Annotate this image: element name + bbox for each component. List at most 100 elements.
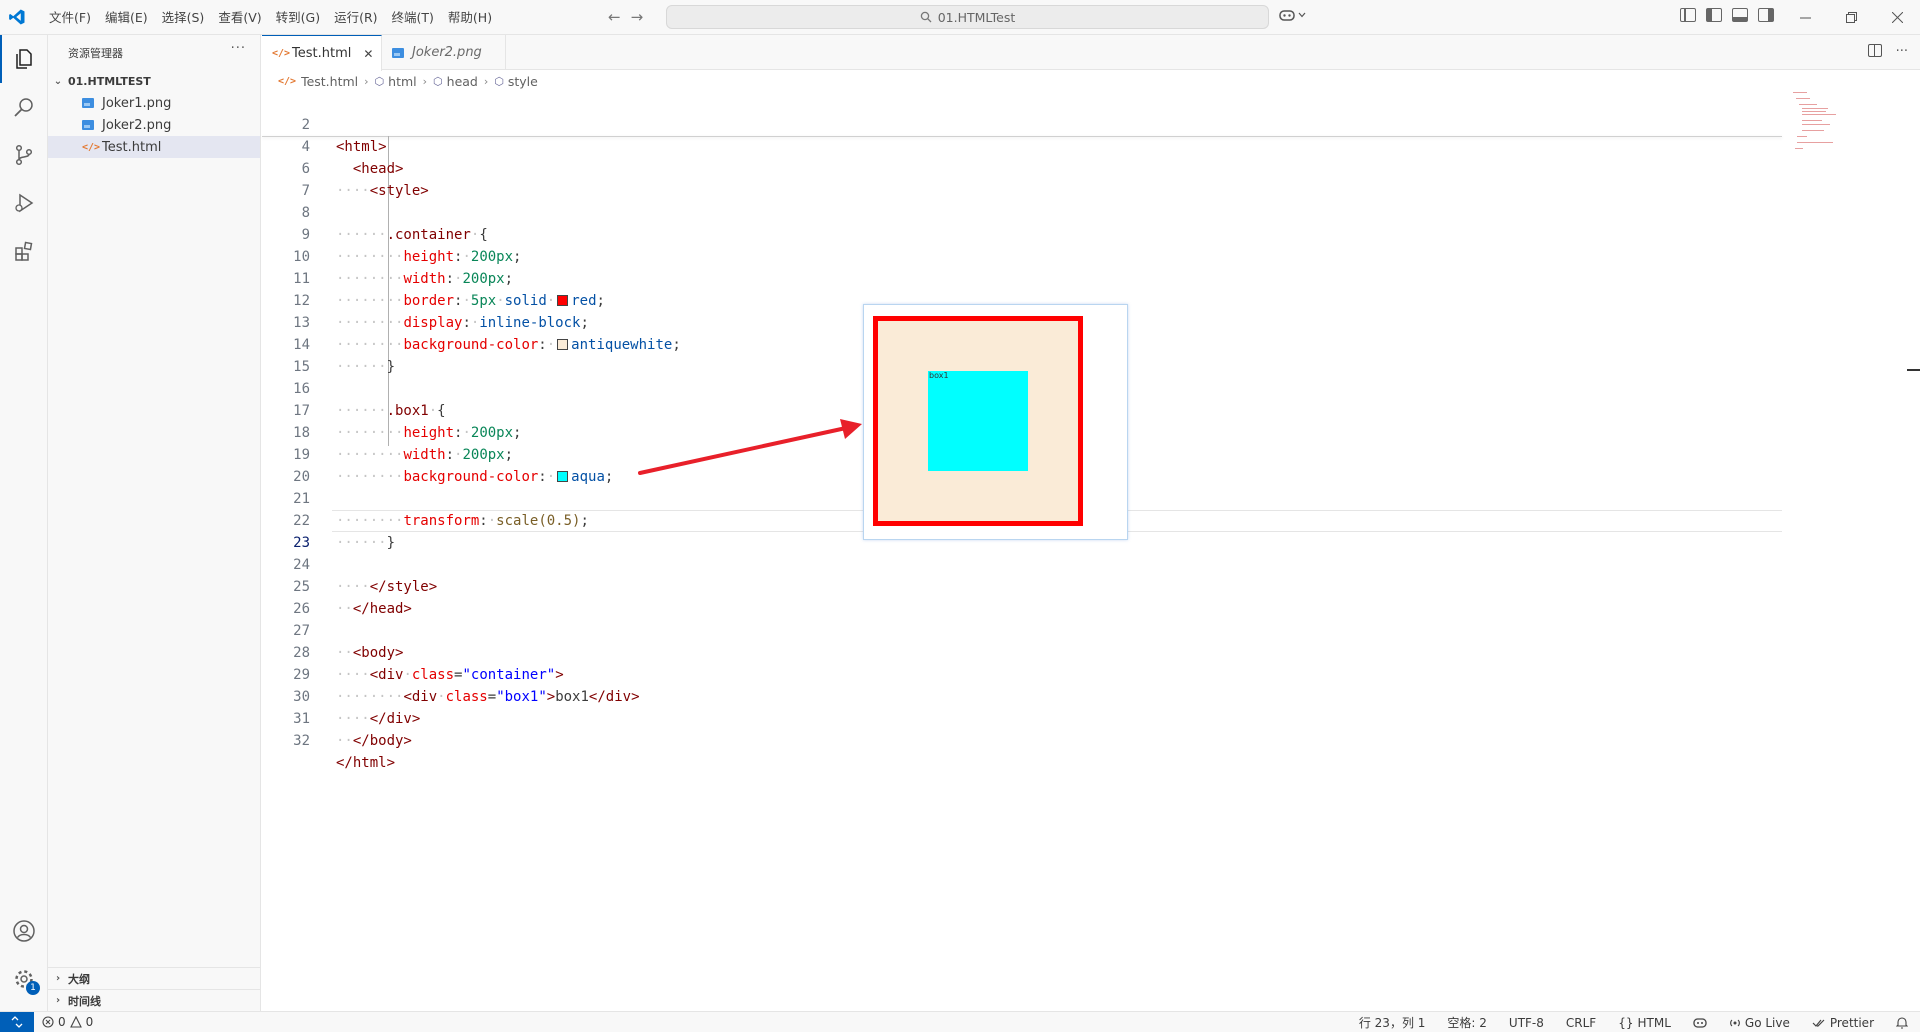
file-item-joker2[interactable]: Joker2.png xyxy=(48,114,260,136)
line-number: 32 xyxy=(293,733,310,749)
chevron-right-icon: › xyxy=(55,995,61,1006)
minimap-line xyxy=(1802,120,1822,121)
code-line: 26 xyxy=(262,576,1782,617)
minimap[interactable] xyxy=(1793,92,1903,1011)
language-mode[interactable]: {} HTML xyxy=(1618,1016,1671,1030)
breadcrumb-item[interactable]: head xyxy=(447,74,478,89)
status-bar: 0 0 行 23，列 1 空格: 2 UTF-8 CRLF {} HTML Go… xyxy=(0,1011,1920,1032)
forward-arrow-icon[interactable]: → xyxy=(631,8,644,26)
menu-run[interactable]: 运行(R) xyxy=(327,0,384,35)
extensions-activity[interactable] xyxy=(0,227,48,275)
image-file-icon xyxy=(82,98,94,108)
indentation[interactable]: 空格: 2 xyxy=(1447,1014,1487,1031)
file-item-test-html[interactable]: </> Test.html xyxy=(48,136,260,158)
end-of-line[interactable]: CRLF xyxy=(1566,1016,1596,1030)
remote-indicator-button[interactable] xyxy=(0,1011,34,1032)
menu-go[interactable]: 转到(G) xyxy=(269,0,327,35)
manage-activity[interactable]: 1 xyxy=(0,955,48,1003)
chevron-right-icon: › xyxy=(364,74,369,88)
menu-help[interactable]: 帮助(H) xyxy=(441,0,499,35)
tab-joker2-png[interactable]: Joker2.png xyxy=(382,35,506,70)
menu-selection[interactable]: 选择(S) xyxy=(155,0,212,35)
copilot-icon xyxy=(1693,1017,1707,1028)
restore-button[interactable] xyxy=(1828,0,1874,35)
menu-view[interactable]: 查看(V) xyxy=(211,0,268,35)
minimap-line xyxy=(1796,98,1810,99)
breadcrumb-item[interactable]: style xyxy=(508,74,538,89)
element-icon: ⬡ xyxy=(433,74,443,88)
encoding[interactable]: UTF-8 xyxy=(1509,1016,1544,1030)
line-code: </html> xyxy=(336,755,396,771)
menu-terminal[interactable]: 终端(T) xyxy=(385,0,441,35)
element-icon: ⬡ xyxy=(494,74,504,88)
editor-tab-bar: </> Test.html ✕ Joker2.png ··· xyxy=(262,35,1920,71)
problems-indicator[interactable]: 0 0 xyxy=(42,1015,93,1029)
tab-test-html[interactable]: </> Test.html ✕ xyxy=(262,35,382,71)
minimap-line xyxy=(1799,104,1817,105)
breadcrumb-item[interactable]: Test.html xyxy=(301,74,358,89)
chevron-down-icon: ⌄ xyxy=(53,75,63,87)
prettier-label: Prettier xyxy=(1829,1015,1874,1030)
go-live-label: Go Live xyxy=(1744,1015,1790,1030)
code-line: 4 <head> xyxy=(262,114,1782,177)
restore-icon xyxy=(1845,12,1857,23)
broadcast-icon xyxy=(1730,1019,1740,1026)
source-control-icon xyxy=(15,144,33,166)
outline-section[interactable]: › 大纲 xyxy=(48,967,260,989)
toggle-secondary-sidebar-icon[interactable] xyxy=(1758,8,1774,22)
more-actions-icon[interactable]: ··· xyxy=(231,41,246,56)
notifications-button[interactable] xyxy=(1896,1016,1908,1029)
search-icon xyxy=(920,11,932,23)
copilot-icon xyxy=(1279,10,1295,21)
prettier-status[interactable]: Prettier xyxy=(1812,1016,1874,1030)
code-editor[interactable]: 2 <html> 4 <head> 6 ····<style> 7 8 ····… xyxy=(262,92,1920,1011)
toggle-panel-icon[interactable] xyxy=(1732,8,1748,22)
cursor-position[interactable]: 行 23，列 1 xyxy=(1359,1014,1426,1031)
layout-controls xyxy=(1680,8,1774,22)
back-arrow-icon[interactable]: ← xyxy=(608,8,621,26)
breadcrumb-item[interactable]: html xyxy=(388,74,416,89)
folder-header[interactable]: ⌄ 01.HTMLTEST xyxy=(48,70,260,92)
go-live-button[interactable]: Go Live xyxy=(1729,1016,1790,1030)
explorer-activity[interactable] xyxy=(0,35,48,83)
preview-box1: box1 xyxy=(928,371,1028,471)
menu-file[interactable]: 文件(F) xyxy=(42,0,98,35)
image-file-icon xyxy=(82,120,94,130)
close-window-button[interactable] xyxy=(1874,0,1920,35)
more-actions-icon[interactable]: ··· xyxy=(1896,44,1908,59)
code-line: 10 ········width:·200px; xyxy=(262,224,1782,287)
minimize-icon xyxy=(1799,17,1811,19)
menu-edit[interactable]: 编辑(E) xyxy=(98,0,155,35)
minimap-line xyxy=(1802,108,1828,109)
minimap-line xyxy=(1795,148,1803,149)
close-icon xyxy=(1891,12,1903,23)
editor-actions: ··· xyxy=(1867,44,1908,59)
close-icon[interactable]: ✕ xyxy=(363,47,373,61)
command-center-search[interactable]: 01.HTMLTest xyxy=(666,5,1269,29)
search-activity[interactable] xyxy=(0,83,48,131)
chevron-down-icon xyxy=(1298,12,1306,18)
toggle-primary-sidebar-icon[interactable] xyxy=(1706,8,1722,22)
tab-label: Joker2.png xyxy=(412,45,482,60)
source-control-activity[interactable] xyxy=(0,131,48,179)
status-bar-right: 行 23，列 1 空格: 2 UTF-8 CRLF {} HTML Go Liv… xyxy=(1359,1012,1908,1032)
code-line: 11 ········border:·5px·solid· red; xyxy=(262,246,1782,309)
split-editor-icon[interactable] xyxy=(1867,44,1882,57)
chevron-right-icon: › xyxy=(55,973,61,984)
code-line: 29 ········<div·class="box1">box1</div> xyxy=(262,642,1782,705)
image-file-icon xyxy=(392,47,404,58)
timeline-section[interactable]: › 时间线 xyxy=(48,989,260,1011)
run-debug-activity[interactable] xyxy=(0,179,48,227)
code-line: 25 ··</head> xyxy=(262,554,1782,617)
file-item-joker1[interactable]: Joker1.png xyxy=(48,92,260,114)
file-name: Joker1.png xyxy=(102,95,172,111)
code-line: 27 ··<body> xyxy=(262,598,1782,661)
customize-layout-icon[interactable] xyxy=(1680,8,1696,22)
accounts-activity[interactable] xyxy=(0,907,48,955)
section-label: 时间线 xyxy=(68,994,101,1008)
copilot-button[interactable] xyxy=(1278,8,1306,22)
copilot-status[interactable] xyxy=(1693,1017,1707,1029)
account-icon xyxy=(13,920,35,942)
minimize-button[interactable] xyxy=(1782,0,1828,35)
preview-screenshot: box1 xyxy=(863,304,1128,540)
